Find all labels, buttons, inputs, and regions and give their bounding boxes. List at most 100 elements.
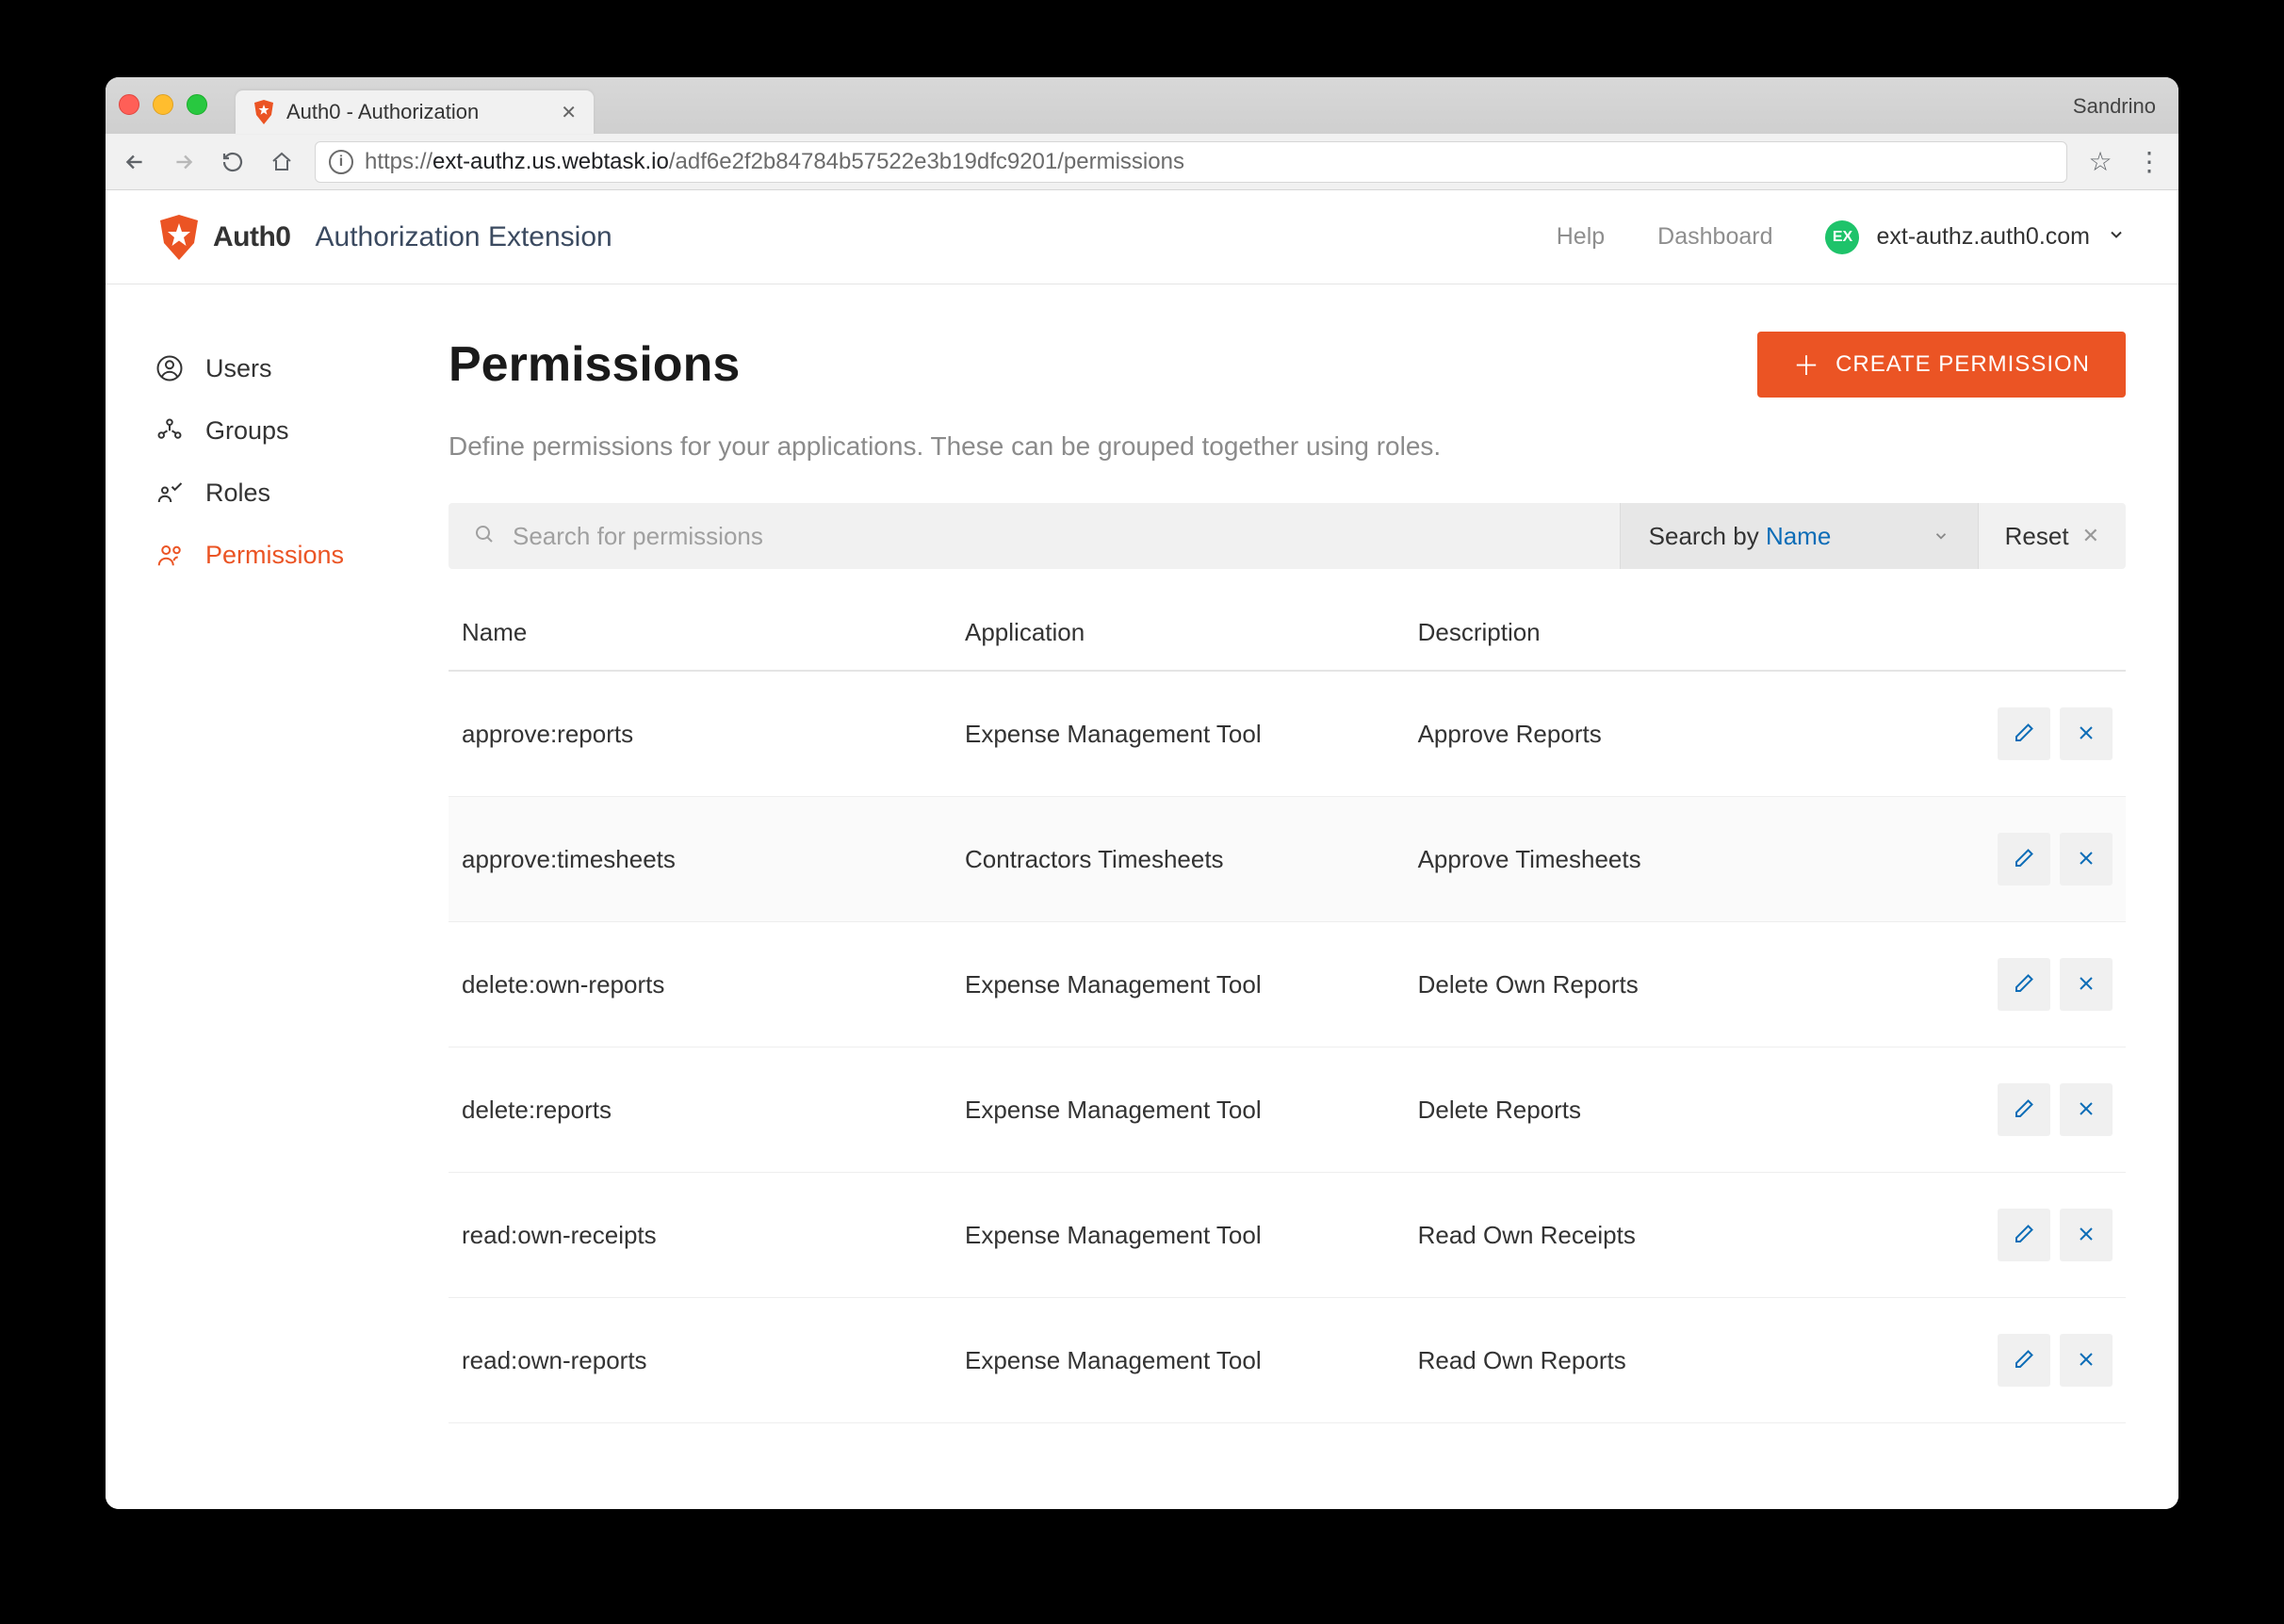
x-icon [2075, 972, 2097, 998]
tab-close-icon[interactable]: ✕ [561, 101, 577, 124]
cell-description: Delete Reports [1405, 1047, 1858, 1173]
chevron-down-icon [2107, 225, 2126, 249]
delete-button[interactable] [2060, 1083, 2113, 1136]
page-description: Define permissions for your applications… [449, 431, 2126, 462]
auth0-logo-icon [158, 215, 200, 260]
search-icon [473, 523, 496, 550]
cell-name: read:own-receipts [449, 1173, 952, 1298]
roles-icon [155, 478, 185, 508]
reload-button[interactable] [217, 146, 249, 178]
permissions-table: Name Application Description approve:rep… [449, 595, 2126, 1423]
sidebar: Users Groups Roles [106, 284, 426, 1423]
pencil-icon [2013, 847, 2035, 872]
edit-button[interactable] [1998, 1209, 2050, 1261]
user-icon [155, 353, 185, 383]
browser-menu-icon[interactable]: ⋮ [2133, 146, 2165, 178]
bookmark-icon[interactable]: ☆ [2084, 146, 2116, 178]
table-row: approve:timesheetsContractors Timesheets… [449, 797, 2126, 922]
delete-button[interactable] [2060, 833, 2113, 885]
logo-text: Auth0 [213, 221, 291, 253]
x-icon [2075, 722, 2097, 747]
permissions-icon [155, 540, 185, 570]
pencil-icon [2013, 972, 2035, 998]
browser-window: Auth0 - Authorization ✕ Sandrino i ht [106, 77, 2178, 1509]
site-info-icon[interactable]: i [329, 150, 353, 174]
column-header-description[interactable]: Description [1405, 595, 1858, 671]
app-header: Auth0 Authorization Extension Help Dashb… [106, 190, 2178, 284]
browser-profile-name[interactable]: Sandrino [2073, 94, 2165, 119]
sidebar-item-roles[interactable]: Roles [155, 462, 426, 524]
sidebar-item-label: Groups [205, 416, 289, 446]
home-button[interactable] [266, 146, 298, 178]
edit-button[interactable] [1998, 833, 2050, 885]
reset-label: Reset [2005, 522, 2069, 551]
sidebar-item-groups[interactable]: Groups [155, 399, 426, 462]
dashboard-link[interactable]: Dashboard [1657, 223, 1772, 251]
cell-application: Expense Management Tool [952, 1298, 1405, 1423]
cell-name: approve:timesheets [449, 797, 952, 922]
cell-application: Expense Management Tool [952, 922, 1405, 1047]
delete-button[interactable] [2060, 1209, 2113, 1261]
table-row: delete:own-reportsExpense Management Too… [449, 922, 2126, 1047]
app-content: Auth0 Authorization Extension Help Dashb… [106, 190, 2178, 1509]
auth0-favicon-icon [253, 101, 275, 123]
browser-toolbar: i https://ext-authz.us.webtask.io/adf6e2… [106, 134, 2178, 190]
create-button-label: CREATE PERMISSION [1835, 351, 2090, 378]
address-bar[interactable]: i https://ext-authz.us.webtask.io/adf6e2… [315, 141, 2067, 183]
sidebar-item-permissions[interactable]: Permissions [155, 524, 426, 586]
search-input[interactable] [513, 522, 1595, 551]
delete-button[interactable] [2060, 1334, 2113, 1387]
cell-application: Expense Management Tool [952, 671, 1405, 797]
window-controls [119, 94, 207, 115]
edit-button[interactable] [1998, 1083, 2050, 1136]
search-input-wrap[interactable] [449, 503, 1620, 569]
forward-button[interactable] [168, 146, 200, 178]
window-close-button[interactable] [119, 94, 139, 115]
window-maximize-button[interactable] [187, 94, 207, 115]
browser-tab-title: Auth0 - Authorization [286, 100, 549, 124]
cell-application: Expense Management Tool [952, 1047, 1405, 1173]
pencil-icon [2013, 1348, 2035, 1373]
search-by-prefix: Search by [1649, 522, 1766, 550]
x-icon [2075, 847, 2097, 872]
x-icon [2075, 1348, 2097, 1373]
cell-application: Contractors Timesheets [952, 797, 1405, 922]
cell-name: approve:reports [449, 671, 952, 797]
url-text: https://ext-authz.us.webtask.io/adf6e2f2… [365, 149, 1184, 175]
delete-button[interactable] [2060, 958, 2113, 1011]
edit-button[interactable] [1998, 1334, 2050, 1387]
sidebar-item-label: Permissions [205, 541, 344, 570]
plus-icon: ＋ [1793, 346, 1820, 383]
cell-name: delete:own-reports [449, 922, 952, 1047]
edit-button[interactable] [1998, 958, 2050, 1011]
tenant-switcher[interactable]: EX ext-authz.auth0.com [1825, 220, 2126, 254]
x-icon [2075, 1223, 2097, 1248]
sidebar-item-users[interactable]: Users [155, 337, 426, 399]
edit-button[interactable] [1998, 707, 2050, 760]
cell-description: Delete Own Reports [1405, 922, 1858, 1047]
search-by-field: Name [1766, 522, 1831, 550]
pencil-icon [2013, 722, 2035, 747]
browser-tab[interactable]: Auth0 - Authorization ✕ [236, 90, 594, 134]
table-row: delete:reportsExpense Management ToolDel… [449, 1047, 2126, 1173]
window-minimize-button[interactable] [153, 94, 173, 115]
table-row: read:own-reportsExpense Management ToolR… [449, 1298, 2126, 1423]
search-bar: Search by Name Reset ✕ [449, 503, 2126, 569]
chevron-down-icon [1933, 522, 1950, 551]
logo-block[interactable]: Auth0 [158, 215, 291, 260]
create-permission-button[interactable]: ＋ CREATE PERMISSION [1757, 332, 2126, 398]
cell-description: Read Own Receipts [1405, 1173, 1858, 1298]
back-button[interactable] [119, 146, 151, 178]
cell-description: Read Own Reports [1405, 1298, 1858, 1423]
x-icon [2075, 1097, 2097, 1123]
help-link[interactable]: Help [1557, 223, 1605, 251]
column-header-application[interactable]: Application [952, 595, 1405, 671]
delete-button[interactable] [2060, 707, 2113, 760]
reset-button[interactable]: Reset ✕ [1978, 503, 2126, 569]
cell-name: delete:reports [449, 1047, 952, 1173]
cell-description: Approve Timesheets [1405, 797, 1858, 922]
column-header-name[interactable]: Name [449, 595, 952, 671]
search-by-dropdown[interactable]: Search by Name [1620, 503, 1978, 569]
pencil-icon [2013, 1097, 2035, 1123]
browser-tab-strip: Auth0 - Authorization ✕ Sandrino [106, 77, 2178, 134]
